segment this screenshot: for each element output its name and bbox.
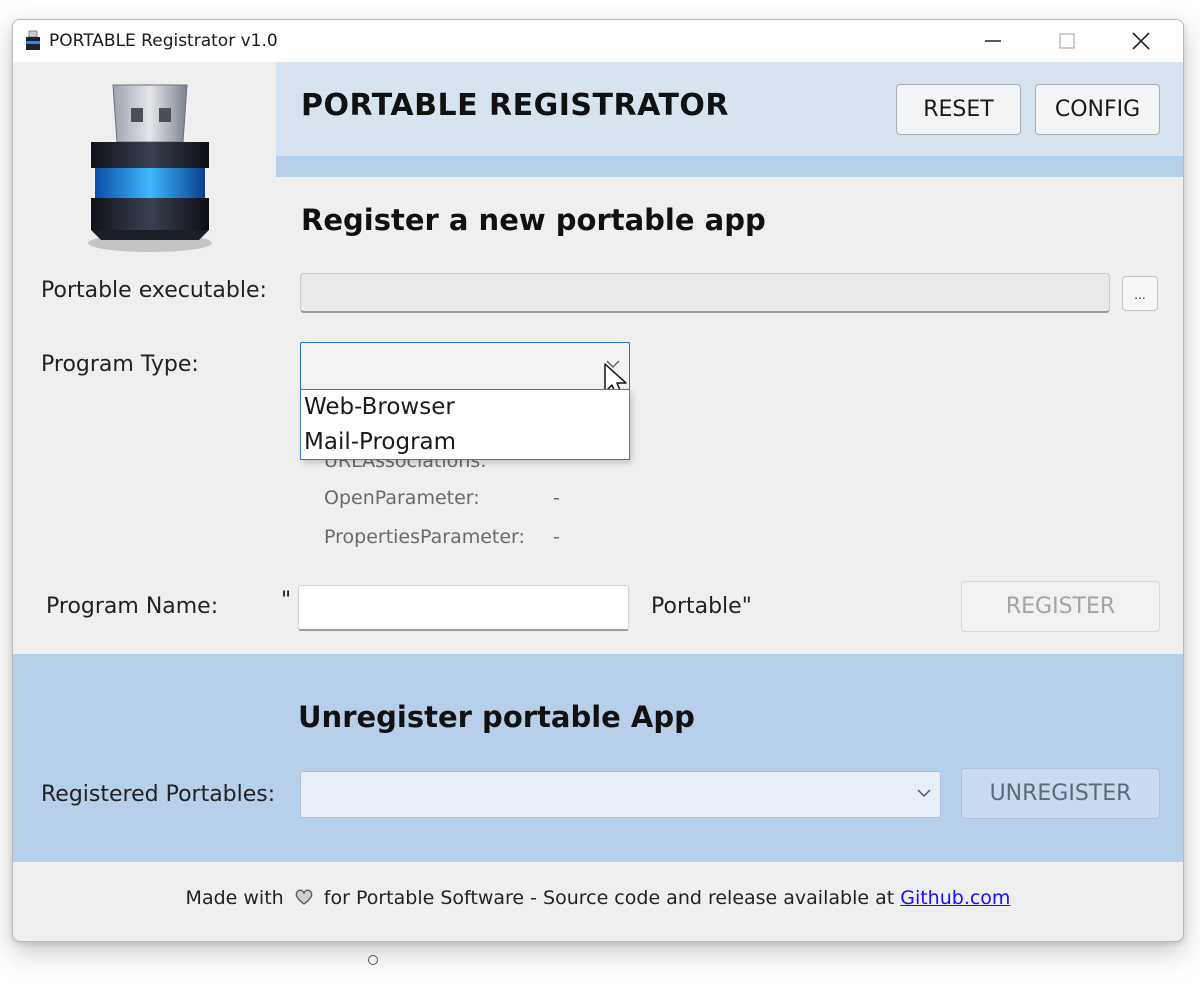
close-icon (1132, 32, 1150, 50)
minimize-button[interactable] (956, 20, 1030, 62)
maximize-button[interactable] (1030, 20, 1104, 62)
header-accent-strip (276, 156, 1183, 177)
dropdown-option-mail-program[interactable]: Mail-Program (304, 429, 456, 455)
program-name-input[interactable] (298, 585, 629, 631)
program-type-select[interactable] (300, 342, 630, 390)
footer-text-before: Made with (185, 887, 284, 909)
browse-button[interactable]: ... (1122, 276, 1158, 311)
properties-parameter-label: PropertiesParameter: (324, 526, 525, 548)
program-name-prefix: " (281, 588, 292, 613)
maximize-icon (1059, 33, 1075, 49)
properties-parameter-value: - (553, 526, 560, 548)
minimize-icon (985, 40, 1001, 42)
portable-executable-label: Portable executable: (41, 278, 267, 303)
reset-button[interactable]: RESET (896, 84, 1021, 135)
config-button[interactable]: CONFIG (1035, 84, 1160, 135)
open-parameter-value: - (553, 487, 560, 509)
unregister-section-title: Unregister portable App (298, 700, 695, 734)
registered-portables-select[interactable] (300, 771, 941, 818)
app-window: PORTABLE Registrator v1.0 PORTABLE REGIS… (12, 19, 1184, 942)
portable-executable-field[interactable] (300, 273, 1110, 313)
github-link[interactable]: Github.com (900, 887, 1010, 909)
dropdown-option-web-browser[interactable]: Web-Browser (304, 394, 455, 420)
usb-drive-icon (88, 84, 212, 252)
page-title: PORTABLE REGISTRATOR (301, 88, 730, 123)
circle-indicator-icon (368, 955, 378, 965)
window-title: PORTABLE Registrator v1.0 (49, 31, 278, 51)
program-name-suffix: Portable" (651, 594, 752, 619)
title-bar[interactable]: PORTABLE Registrator v1.0 (13, 20, 1183, 62)
program-name-label: Program Name: (46, 594, 219, 619)
chevron-down-icon (917, 789, 931, 798)
unregister-section (13, 654, 1183, 862)
register-section-title: Register a new portable app (301, 203, 766, 237)
program-type-label: Program Type: (41, 352, 199, 377)
heart-icon (295, 889, 313, 905)
app-icon (26, 30, 40, 50)
close-button[interactable] (1104, 20, 1178, 62)
program-type-dropdown-list: Web-Browser Mail-Program (300, 389, 630, 460)
open-parameter-label: OpenParameter: (324, 487, 480, 509)
registered-portables-label: Registered Portables: (41, 782, 276, 807)
register-button[interactable]: REGISTER (961, 581, 1160, 632)
footer-text-after: for Portable Software - Source code and … (323, 887, 895, 909)
unregister-button[interactable]: UNREGISTER (961, 768, 1160, 819)
footer: Made with for Portable Software - Source… (13, 887, 1183, 909)
